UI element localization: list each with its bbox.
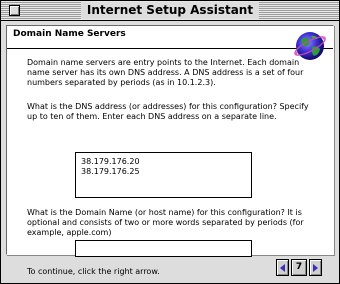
domain-name-field[interactable] <box>75 240 252 257</box>
page-navigation: 7 <box>276 259 326 276</box>
previous-button[interactable] <box>276 259 289 276</box>
intro-text: Domain name servers are entry points to … <box>27 58 304 87</box>
title-bar[interactable]: Internet Setup Assistant <box>1 1 339 21</box>
dns-address-textarea[interactable]: 38.179.176.20 38.179.176.25 <box>75 152 252 198</box>
continue-text: To continue, click the right arrow. <box>27 267 160 276</box>
left-arrow-icon <box>280 263 285 272</box>
dns-address-line: 38.179.176.20 <box>81 157 140 166</box>
header-divider <box>7 48 333 49</box>
window-title: Internet Setup Assistant <box>80 2 260 19</box>
dns-prompt-text: What is the DNS address (or addresses) f… <box>27 102 309 121</box>
next-button[interactable] <box>309 259 322 276</box>
dns-address-line: 38.179.176.25 <box>81 167 140 176</box>
page-number-button[interactable]: 7 <box>291 259 307 276</box>
section-title: Domain Name Servers <box>13 29 126 39</box>
domain-prompt-text: What is the Domain Name (or host name) f… <box>27 208 304 237</box>
right-arrow-icon <box>313 263 318 272</box>
content-panel: Domain Name Servers Domain name servers … <box>6 25 334 257</box>
close-box[interactable] <box>9 5 20 16</box>
setup-assistant-window: Internet Setup Assistant Domain Name Ser… <box>0 0 340 284</box>
